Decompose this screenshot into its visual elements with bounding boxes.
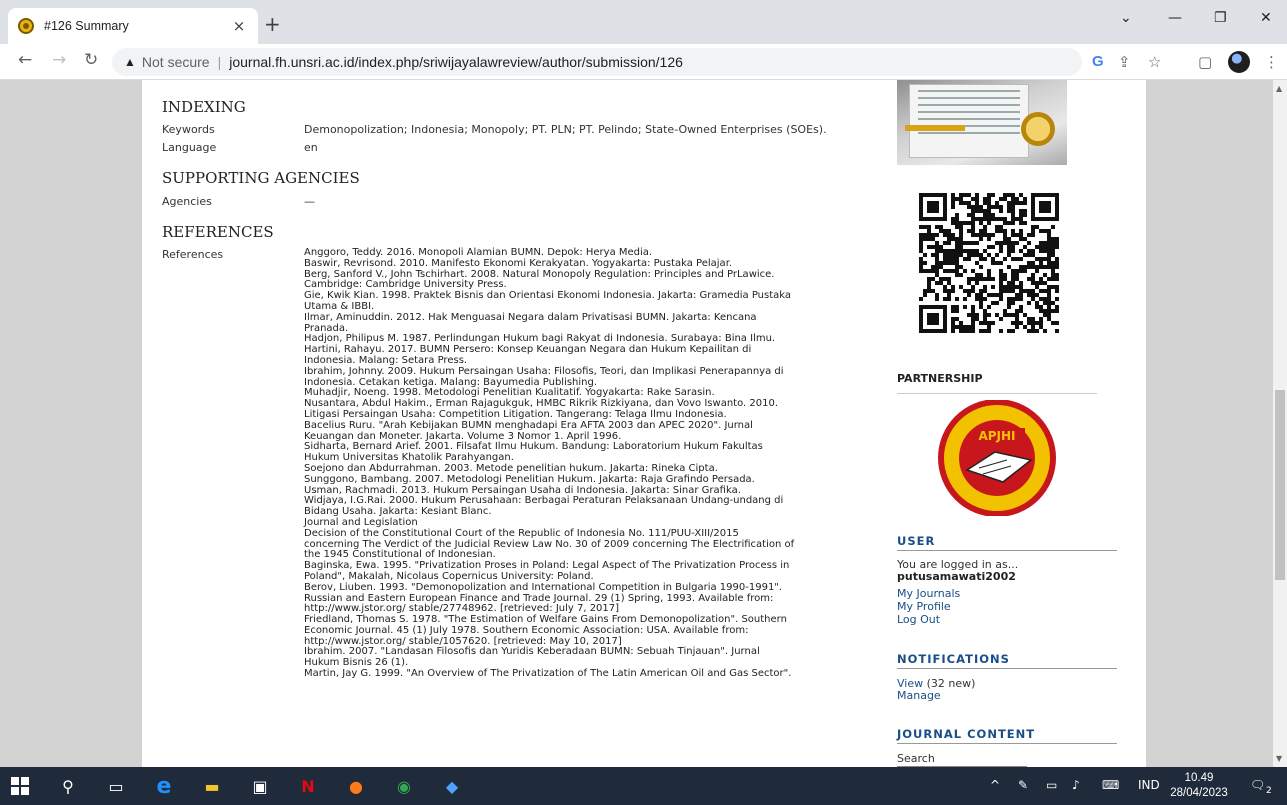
username: putusamawati2002 (897, 570, 1016, 583)
firefox-icon[interactable]: ● (344, 774, 368, 798)
agencies-value: — (304, 195, 315, 208)
agencies-label: Agencies (162, 195, 212, 208)
indexing-heading: INDEXING (162, 98, 246, 116)
system-clock[interactable]: 10.49 28/04/2023 (1168, 771, 1230, 801)
reference-line: Berov, Liuben. 1993. "Demonopolization a… (304, 581, 783, 593)
tab-close-button[interactable]: × (230, 17, 248, 35)
minimize-button[interactable]: — (1168, 10, 1182, 26)
language-value: en (304, 141, 318, 154)
reference-line: Ilmar, Aminuddin. 2012. Hak Menguasai Ne… (304, 311, 757, 323)
reference-line: Gie, Kwik Kian. 1998. Praktek Bisnis dan… (304, 290, 792, 302)
tray-overflow-icon[interactable]: ^ (990, 778, 1000, 792)
reference-line: Decision of the Constitutional Court of … (304, 527, 739, 539)
restore-button[interactable]: ❐ (1214, 10, 1227, 26)
my-journals-link[interactable]: My Journals (897, 587, 960, 600)
qr-code-image (919, 193, 1059, 333)
language-label: Language (162, 141, 217, 154)
netflix-icon[interactable]: N (296, 774, 320, 798)
apjhi-logo-text: APJHI (978, 429, 1015, 443)
menu-kebab-icon[interactable]: ⋮ (1264, 53, 1279, 71)
forward-button[interactable]: → (52, 50, 66, 70)
reference-line: Baswir, Revrisond. 2010. Manifesto Ekono… (304, 257, 733, 269)
edge-browser-icon[interactable]: e (152, 774, 176, 799)
page-viewport: INDEXING Keywords Demonopolization; Indo… (0, 80, 1287, 767)
scrollbar-thumb[interactable] (1275, 390, 1285, 580)
language-indicator[interactable]: IND (1138, 778, 1160, 792)
task-view-icon[interactable]: ▭ (104, 774, 128, 798)
side-panel-icon[interactable]: ▢ (1198, 53, 1212, 71)
windows-start-icon[interactable] (8, 774, 32, 798)
keywords-value: Demonopolization; Indonesia; Monopoly; P… (304, 123, 827, 136)
url-text: journal.fh.unsri.ac.id/index.php/sriwija… (229, 54, 683, 70)
new-tab-button[interactable]: + (264, 12, 281, 36)
tab-strip: #126 Summary × + ⌄ — ❐ ✕ (0, 0, 1287, 44)
supporting-agencies-heading: SUPPORTING AGENCIES (162, 169, 360, 187)
share-icon[interactable]: ⇪ (1118, 53, 1131, 71)
reload-button[interactable]: ↻ (84, 50, 98, 70)
file-explorer-icon[interactable]: ▬ (200, 774, 224, 798)
tab-title: #126 Summary (44, 19, 129, 33)
pen-icon[interactable]: ✎ (1018, 778, 1028, 792)
keyboard-icon[interactable]: ⌨ (1102, 778, 1119, 792)
log-out-link[interactable]: Log Out (897, 613, 940, 626)
battery-icon[interactable]: ▭ (1046, 778, 1057, 792)
browser-tab[interactable]: #126 Summary × (8, 8, 258, 44)
reference-line: Sunggono, Bambang. 2007. Metodologi Pene… (304, 473, 755, 485)
windows-taskbar: ⚲ ▭ e ▬ ▣ N ● ◉ ◆ ^ ✎ ▭ ♪ ⌨ IND 10.49 28… (0, 767, 1287, 805)
not-secure-label: Not secure (141, 54, 210, 70)
close-window-button[interactable]: ✕ (1260, 10, 1272, 26)
journal-content-heading: JOURNAL CONTENT (897, 727, 1117, 744)
app-shield-icon[interactable]: ◆ (440, 774, 464, 798)
scroll-down-arrow-icon[interactable]: ▼ (1276, 754, 1282, 763)
notification-count-badge: 2 (1266, 786, 1272, 796)
page-scrollbar[interactable]: ▲ ▼ (1273, 80, 1287, 767)
store-icon[interactable]: ▣ (248, 774, 272, 798)
certificate-image (897, 80, 1067, 165)
address-bar[interactable]: ▲ Not secure | journal.fh.unsri.ac.id/in… (112, 48, 1082, 76)
keywords-label: Keywords (162, 123, 215, 136)
references-label: References (162, 248, 224, 261)
back-button[interactable]: ← (18, 50, 32, 70)
partnership-heading: PARTNERSHIP (897, 372, 983, 385)
divider (897, 393, 1097, 394)
browser-toolbar: ← → ↻ ▲ Not secure | journal.fh.unsri.ac… (0, 44, 1287, 80)
notification-center-icon[interactable]: 🗨 (1250, 778, 1265, 792)
references-heading: REFERENCES (162, 223, 274, 241)
volume-icon[interactable]: ♪ (1072, 778, 1080, 792)
search-icon[interactable]: ⚲ (56, 774, 80, 798)
reference-line: Martin, Jay G. 1999. "An Overview of The… (304, 668, 792, 680)
scroll-up-arrow-icon[interactable]: ▲ (1276, 84, 1282, 93)
references-list: Anggoro, Teddy. 2016. Monopoli Alamian B… (304, 247, 884, 680)
reference-line: Bacelius Ruru. "Arah Kebijakan BUMN meng… (304, 419, 753, 431)
warning-icon: ▲ (124, 55, 136, 69)
clock-time: 10.49 (1184, 772, 1214, 784)
notifications-heading: NOTIFICATIONS (897, 652, 1117, 669)
user-heading: USER (897, 534, 1117, 551)
tab-search-button[interactable]: ⌄ (1120, 10, 1132, 26)
site-favicon-icon (18, 18, 34, 34)
manage-notifications-link[interactable]: Manage (897, 689, 941, 702)
reference-line: Ibrahim, Johnny. 2009. Hukum Persaingan … (304, 365, 784, 377)
search-label: Search (897, 752, 935, 765)
google-translate-icon[interactable]: G (1092, 53, 1104, 70)
journal-page: INDEXING Keywords Demonopolization; Indo… (142, 80, 1146, 767)
clock-date: 28/04/2023 (1170, 787, 1228, 799)
profile-avatar-icon[interactable] (1228, 51, 1250, 73)
my-profile-link[interactable]: My Profile (897, 600, 951, 613)
apjhi-logo: APJHI (938, 400, 1056, 516)
url-separator: | (217, 54, 222, 70)
chrome-icon[interactable]: ◉ (392, 774, 416, 798)
bookmark-star-icon[interactable]: ☆ (1148, 53, 1161, 71)
